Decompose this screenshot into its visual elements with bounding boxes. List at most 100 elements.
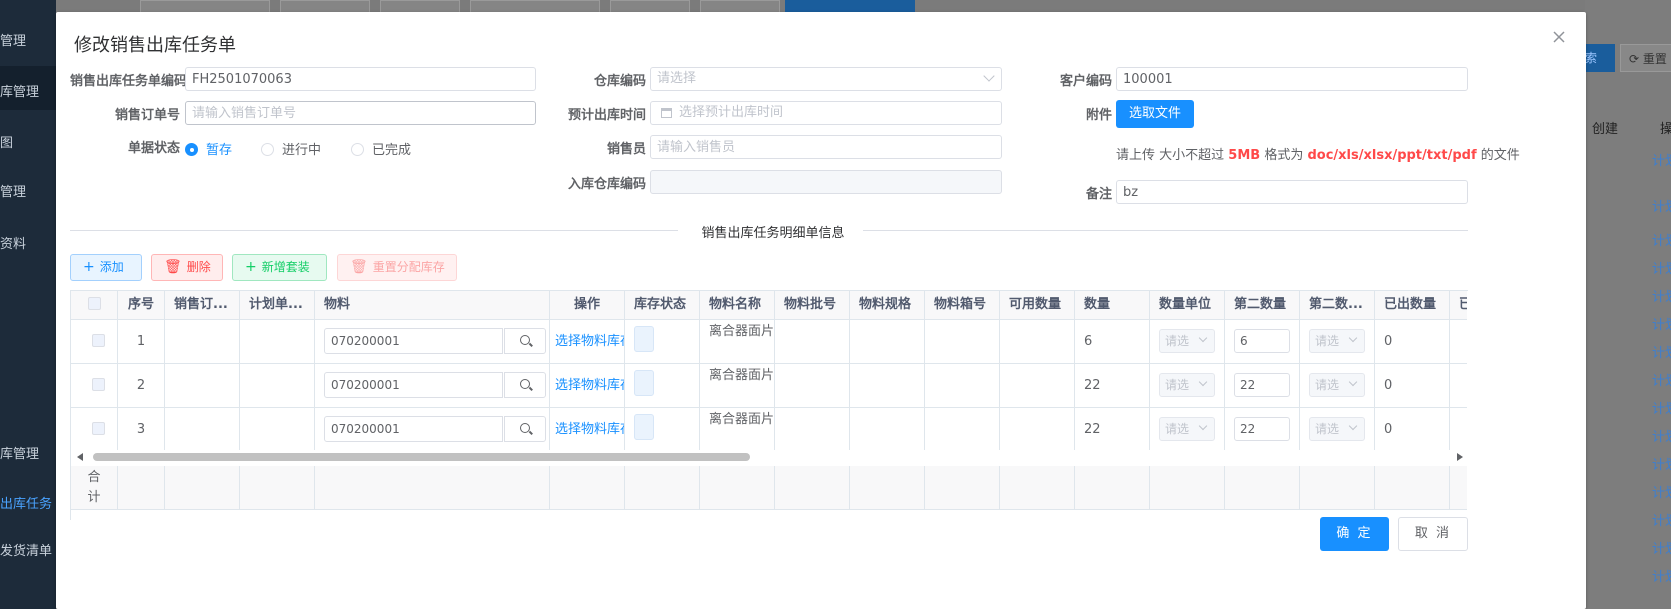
stock-status-tag: [634, 326, 654, 352]
select-stock-link[interactable]: 选择物料库存: [555, 422, 624, 437]
confirm-button[interactable]: 确 定: [1320, 517, 1389, 551]
background-query-button: 索: [1585, 44, 1615, 72]
header-qty2: 第二数量: [1225, 291, 1300, 320]
qty2-input[interactable]: 22: [1234, 373, 1290, 397]
background-link: 计划: [1652, 514, 1671, 529]
close-icon[interactable]: [1550, 28, 1568, 46]
row-more: [1450, 408, 1467, 452]
attachment-label: 附件: [1085, 108, 1112, 123]
unit-select[interactable]: 请选: [1159, 373, 1215, 397]
material-input[interactable]: 070200001: [324, 372, 503, 398]
search-icon: [520, 379, 530, 389]
row-box-no: [925, 320, 1000, 364]
row-checkbox[interactable]: [71, 408, 118, 452]
header-box-no: 物料箱号: [925, 291, 1000, 320]
total-cell: [240, 466, 315, 510]
row-sales-order: [165, 408, 240, 452]
header-qty: 数量: [1075, 291, 1150, 320]
unit2-select[interactable]: 请选: [1309, 329, 1365, 353]
background-reset-button: ⟳ 重置: [1620, 44, 1671, 72]
unit-select[interactable]: 请选: [1159, 329, 1215, 353]
row-more: [1450, 364, 1467, 408]
status-radio-completed[interactable]: 已完成: [351, 139, 411, 158]
warehouse-select[interactable]: 请选择: [650, 67, 1002, 91]
material-search-button[interactable]: [504, 372, 546, 398]
sales-order-input[interactable]: [185, 101, 536, 125]
total-cell: [1375, 466, 1450, 510]
background-link: 计划: [1652, 318, 1671, 333]
total-cell: [625, 466, 700, 510]
total-cell: [118, 466, 165, 510]
choose-file-button[interactable]: 选取文件: [1116, 100, 1194, 128]
remark-input[interactable]: [1116, 180, 1468, 204]
material-search-button[interactable]: [504, 416, 546, 442]
row-qty2: 22: [1225, 364, 1300, 408]
dialog-title: 修改销售出库任务单: [74, 35, 236, 56]
sidebar-item: 库管理: [0, 85, 40, 100]
material-search-button[interactable]: [504, 328, 546, 354]
task-no-input[interactable]: [185, 67, 536, 91]
row-plan-no: [240, 364, 315, 408]
qty2-input[interactable]: 22: [1234, 417, 1290, 441]
row-operation: 选择物料库存: [550, 408, 625, 452]
header-material: 物料: [315, 291, 550, 320]
header-unit: 数量单位: [1150, 291, 1225, 320]
scrollbar-thumb[interactable]: [93, 453, 750, 461]
header-available-qty: 可用数量: [1000, 291, 1075, 320]
outbound-time-picker[interactable]: 选择预计出库时间: [650, 101, 1002, 125]
unit2-select[interactable]: 请选: [1309, 417, 1365, 441]
delete-button[interactable]: 🗑 删除: [151, 254, 223, 281]
total-cell: [550, 466, 625, 510]
header-select-all[interactable]: [71, 291, 118, 320]
reallocate-stock-button[interactable]: 🗑 重置分配库存: [337, 254, 457, 281]
chevron-down-icon: [983, 70, 995, 82]
total-cell: [1300, 466, 1375, 510]
cancel-button[interactable]: 取 消: [1398, 517, 1468, 551]
customer-input[interactable]: [1116, 67, 1468, 91]
select-stock-link[interactable]: 选择物料库存: [555, 378, 624, 393]
row-checkbox[interactable]: [71, 320, 118, 364]
header-sales-order: 销售订...: [165, 291, 240, 320]
row-spec: [850, 408, 925, 452]
select-stock-link[interactable]: 选择物料库存: [555, 334, 624, 349]
material-input[interactable]: 070200001: [324, 328, 503, 354]
unit-select[interactable]: 请选: [1159, 417, 1215, 441]
add-kit-button[interactable]: + 新增套装: [232, 254, 327, 281]
row-out-qty: 0: [1375, 408, 1450, 452]
total-cell: [1075, 466, 1150, 510]
row-unit: 请选: [1150, 364, 1225, 408]
row-spec: [850, 320, 925, 364]
in-warehouse-input: [650, 170, 1002, 194]
status-radio-in-progress[interactable]: 进行中: [261, 139, 321, 158]
row-no: 3: [118, 408, 165, 452]
scroll-right-icon[interactable]: [1457, 453, 1463, 461]
material-input[interactable]: 070200001: [324, 416, 503, 442]
row-unit: 请选: [1150, 320, 1225, 364]
add-button[interactable]: + 添加: [70, 254, 142, 281]
checkbox-icon: [92, 334, 105, 347]
checkbox-icon: [92, 378, 105, 391]
row-qty2: 6: [1225, 320, 1300, 364]
calendar-icon: [661, 108, 672, 118]
salesman-input[interactable]: [650, 135, 1002, 159]
background-link: 计划: [1652, 486, 1671, 501]
row-out-qty: 0: [1375, 364, 1450, 408]
trash-icon: 🗑: [350, 259, 368, 275]
row-available-qty: [1000, 408, 1075, 452]
horizontal-scrollbar[interactable]: [71, 450, 1467, 464]
row-material-name: 离合器面片: [700, 320, 775, 364]
row-out-qty: 0: [1375, 320, 1450, 364]
row-qty: 6: [1075, 320, 1150, 364]
scroll-left-icon[interactable]: [77, 453, 83, 461]
search-icon: [520, 423, 530, 433]
status-radio-draft[interactable]: 暂存: [185, 139, 232, 158]
sidebar-item: 资料: [0, 237, 27, 252]
background-link: 计划: [1652, 154, 1671, 169]
unit2-select[interactable]: 请选: [1309, 373, 1365, 397]
row-checkbox[interactable]: [71, 364, 118, 408]
warehouse-label: 仓库编码: [593, 74, 646, 89]
total-cell: [1450, 466, 1467, 510]
qty2-input[interactable]: 6: [1234, 329, 1290, 353]
row-material-name: 离合器面片: [700, 408, 775, 452]
task-no-label: 销售出库任务单编码: [70, 74, 188, 89]
